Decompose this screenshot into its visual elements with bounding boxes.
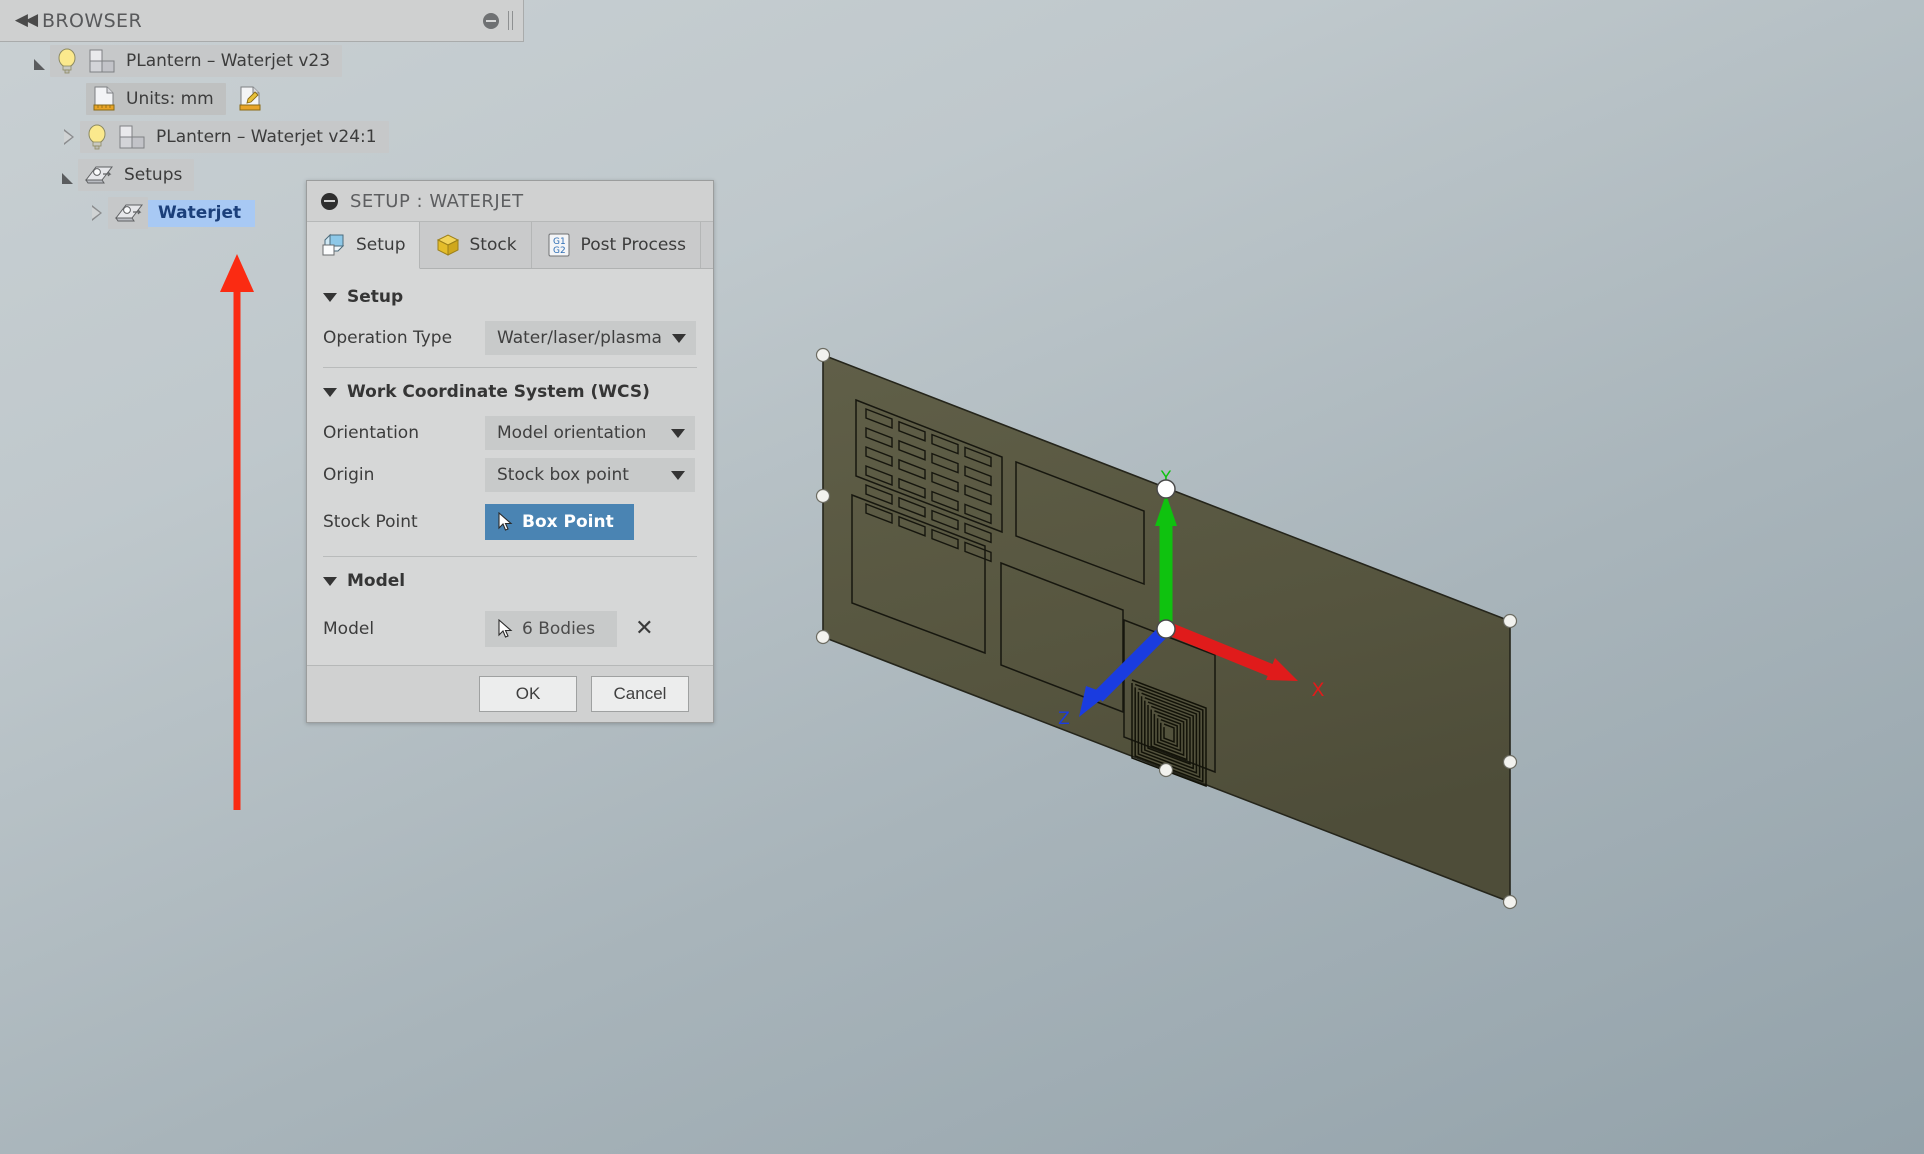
chevron-down-icon [671,428,685,438]
orientation-value: Model orientation [497,423,647,443]
origin-dropdown[interactable]: Stock box point [485,458,695,492]
tree-item-label: PLantern – Waterjet v24:1 [156,127,377,147]
stock-point-value: Box Point [522,512,614,532]
field-label: Origin [323,465,375,485]
operation-type-value: Water/laser/plasma [497,328,662,348]
document-edit-icon[interactable] [238,86,264,112]
section-title: Setup [347,287,404,307]
caret-down-icon [323,292,337,302]
field-label: Model [323,619,375,639]
cancel-button[interactable]: Cancel [591,676,689,712]
stock-box-icon [437,234,460,256]
tree-item-label: Setups [124,165,183,185]
dialog-tabs[interactable]: Setup Stock G1 G2 Post Process [307,222,713,269]
ok-button[interactable]: OK [479,676,577,712]
model-value: 6 Bodies [522,619,596,639]
tab-stock[interactable]: Stock [420,222,532,268]
browser-title: BROWSER [42,9,143,32]
tab-stock-label: Stock [469,235,517,255]
x-clear-icon[interactable]: ✕ [635,618,653,640]
component-icon [119,125,145,149]
wcs-y-handle [1156,479,1176,499]
caret-down-icon [323,576,337,586]
twisty-open-icon[interactable] [28,56,50,70]
twisty-closed-icon[interactable] [58,129,80,145]
lightbulb-icon[interactable] [86,124,108,150]
field-operation-type: Operation Type Water/laser/plasma [307,317,713,359]
field-label: Stock Point [323,512,418,532]
minus-circle-icon[interactable] [321,192,338,210]
tab-post-process[interactable]: G1 G2 Post Process [532,222,702,268]
field-origin: Origin Stock box point [307,454,713,496]
field-orientation: Orientation Model orientation [307,412,713,454]
chevron-down-icon [671,333,686,343]
document-ruler-icon [93,86,115,111]
axis-z-label: Z [1058,709,1070,729]
setup-dialog: SETUP : WATERJET Setup Stock G1 G2 Post … [306,180,714,723]
origin-value: Stock box point [497,465,629,485]
tree-item-label: Units: mm [126,89,214,109]
tree-row[interactable]: PLantern – Waterjet v24:1 [0,118,524,156]
model-select-button[interactable]: 6 Bodies [485,611,618,647]
twisty-open-icon[interactable] [56,170,78,184]
dialog-title: SETUP : WATERJET [350,190,524,212]
tree-row[interactable]: PLantern – Waterjet v23 [0,42,524,80]
tree-row[interactable]: Units: mm [0,80,524,118]
dialog-titlebar[interactable]: SETUP : WATERJET [307,181,713,222]
section-header-model[interactable]: Model [307,557,713,601]
operation-type-dropdown[interactable]: Water/laser/plasma [485,321,696,355]
section-header-setup[interactable]: Setup [307,273,713,317]
caret-down-icon [323,387,337,397]
tab-setup-label: Setup [356,235,406,255]
axis-x-label: X [1311,679,1324,701]
wcs-origin-point [1156,619,1176,639]
orientation-dropdown[interactable]: Model orientation [485,416,695,450]
lightbulb-icon[interactable] [56,48,78,74]
dialog-footer: OK Cancel [307,665,713,722]
field-label: Operation Type [323,328,453,348]
tree-item-label: PLantern – Waterjet v23 [126,51,331,71]
stock-point-select-button[interactable]: Box Point [485,504,634,540]
tree-item-label-selected[interactable]: Waterjet [148,199,256,227]
tab-setup[interactable]: Setup [307,222,421,269]
tab-post-process-label: Post Process [580,235,687,255]
component-icon [89,49,115,73]
section-title: Work Coordinate System (WCS) [347,382,650,402]
minus-circle-icon[interactable] [483,12,499,29]
setup-folder-icon [84,166,114,184]
setup-folder-icon [114,204,144,222]
svg-text:G2: G2 [553,246,566,256]
section-title: Model [347,571,406,591]
twisty-closed-icon[interactable] [86,205,108,221]
g-code-icon: G1 G2 [548,233,570,257]
cursor-arrow-icon [498,619,513,638]
section-header-wcs[interactable]: Work Coordinate System (WCS) [307,368,713,412]
setup-cube-icon [322,233,345,256]
browser-panel-header: ◀◀ BROWSER [0,0,524,42]
field-label: Orientation [323,423,419,443]
panel-grip-handle[interactable] [508,11,513,30]
field-stock-point: Stock Point Box Point [307,496,713,548]
field-model: Model 6 Bodies ✕ [307,601,713,665]
chevron-down-icon [671,470,685,480]
cursor-arrow-icon [498,512,513,531]
collapse-panel-icon[interactable]: ◀◀ [8,12,42,29]
